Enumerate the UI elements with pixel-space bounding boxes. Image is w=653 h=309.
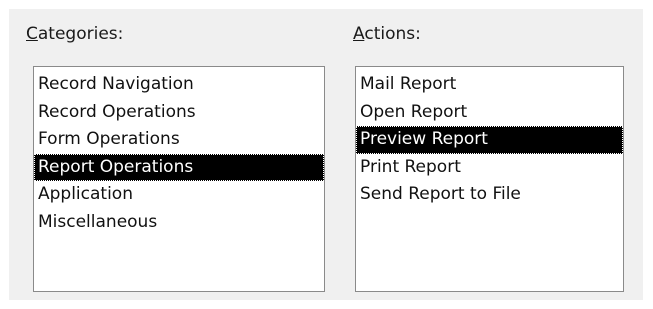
category-item-application[interactable]: Application	[34, 181, 324, 209]
action-item-open-report[interactable]: Open Report	[356, 99, 623, 127]
action-item-print-report[interactable]: Print Report	[356, 154, 623, 182]
action-item-mail-report[interactable]: Mail Report	[356, 71, 623, 99]
dialog-panel: Categories: Record Navigation Record Ope…	[9, 9, 643, 300]
category-item-form-operations[interactable]: Form Operations	[34, 126, 324, 154]
categories-label-accel: C	[26, 24, 38, 44]
actions-label: Actions:	[353, 24, 421, 44]
category-item-record-operations[interactable]: Record Operations	[34, 99, 324, 127]
category-item-report-operations[interactable]: Report Operations	[34, 153, 324, 182]
categories-listbox[interactable]: Record Navigation Record Operations Form…	[33, 66, 325, 292]
categories-label: Categories:	[26, 24, 123, 44]
actions-label-accel: A	[353, 24, 365, 44]
categories-label-text: ategories:	[37, 24, 124, 44]
category-item-miscellaneous[interactable]: Miscellaneous	[34, 209, 324, 237]
actions-listbox[interactable]: Mail Report Open Report Preview Report P…	[355, 66, 624, 292]
action-item-send-report-to-file[interactable]: Send Report to File	[356, 181, 623, 209]
category-item-record-navigation[interactable]: Record Navigation	[34, 71, 324, 99]
actions-label-text: ctions:	[364, 24, 421, 44]
action-item-preview-report[interactable]: Preview Report	[356, 126, 623, 154]
